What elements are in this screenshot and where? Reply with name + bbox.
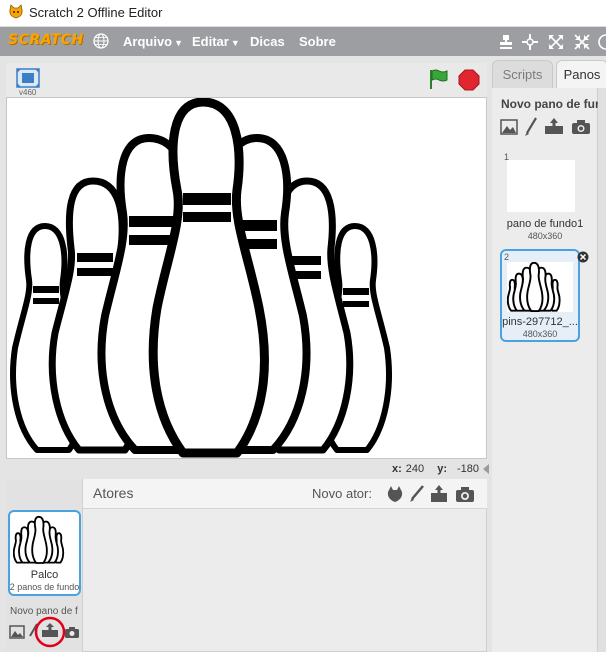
shrink-icon[interactable] xyxy=(573,33,591,51)
backdrop-library-icon[interactable] xyxy=(9,625,25,639)
delete-backdrop-icon[interactable] xyxy=(577,251,589,263)
grow-icon[interactable] xyxy=(547,33,565,51)
title-bar: Scratch 2 Offline Editor xyxy=(0,0,606,27)
new-backdrop-heading: Novo pano de fundo xyxy=(501,97,606,111)
help-icon[interactable] xyxy=(597,33,606,51)
backdrop-thumbnail xyxy=(507,262,573,312)
sprite-library-icon[interactable] xyxy=(385,484,405,504)
tab-backdrops[interactable]: Panos xyxy=(556,60,606,88)
scratch-cat-icon xyxy=(9,4,23,19)
backdrop-size: 480x360 xyxy=(527,231,563,241)
sprites-title: Atores xyxy=(93,485,134,501)
window-title: Scratch 2 Offline Editor xyxy=(29,5,163,20)
upload-file-icon[interactable] xyxy=(429,484,449,504)
menu-bar: SCRATCH Arquivo ▼ Editar ▼ Dicas Sobre xyxy=(0,27,606,56)
mouse-x-value: 240 xyxy=(405,463,425,475)
stage-thumbnail-image xyxy=(13,515,65,564)
sprite-header: Atores Novo ator: xyxy=(83,479,487,509)
menu-editar[interactable]: Editar ▼ xyxy=(192,34,240,49)
stop-sign-icon[interactable] xyxy=(458,69,480,91)
backdrop-name: pins-297712_... xyxy=(502,316,578,328)
menu-arquivo[interactable]: Arquivo ▼ xyxy=(123,34,183,49)
stage-thumbnail[interactable]: Palco 2 panos de fundo xyxy=(8,510,81,596)
camera-icon[interactable] xyxy=(455,485,475,505)
version-label: v460 xyxy=(19,88,37,97)
backdrop-index: 2 xyxy=(504,252,510,262)
backdrop-name: pano de fundo1 xyxy=(506,218,584,230)
menu-dicas[interactable]: Dicas xyxy=(250,34,285,49)
mouse-y-value: -180 xyxy=(456,463,480,475)
green-flag-icon[interactable] xyxy=(427,68,449,90)
presentation-mode-icon[interactable] xyxy=(16,68,40,88)
cut-scissors-icon[interactable] xyxy=(521,33,539,51)
collapse-arrow-icon[interactable] xyxy=(482,463,490,475)
duplicate-stamp-icon[interactable] xyxy=(497,33,515,51)
paint-brush-icon[interactable] xyxy=(407,484,427,504)
new-sprite-label: Novo ator: xyxy=(312,486,372,501)
backdrop-item-selected[interactable]: 2 pins-297712_... 480x360 xyxy=(500,249,580,342)
tab-scripts[interactable]: Scripts xyxy=(492,60,553,88)
backdrop-thumbnail[interactable] xyxy=(507,160,575,212)
backdrop-library-icon[interactable] xyxy=(500,119,518,135)
stage-toolbar: v460 xyxy=(6,63,487,97)
mouse-coordinates: x: 240 y: -180 xyxy=(392,463,480,475)
globe-icon[interactable] xyxy=(93,33,109,49)
bowling-pins-backdrop xyxy=(10,98,392,458)
stage-backdrop-count: 2 panos de fundo xyxy=(9,582,80,592)
camera-backdrop-icon[interactable] xyxy=(571,119,591,135)
stage-name: Palco xyxy=(30,569,59,581)
upload-backdrop-icon[interactable] xyxy=(544,117,564,135)
paint-backdrop-icon[interactable] xyxy=(524,117,538,137)
stage-canvas[interactable] xyxy=(6,97,487,459)
camera-backdrop-icon[interactable] xyxy=(65,626,79,638)
backdrop-size: 480x360 xyxy=(522,329,558,339)
highlight-circle xyxy=(34,616,66,648)
backdrop-list: Novo pano de fundo 1 pano de fundo1 480x… xyxy=(492,88,606,652)
menu-sobre[interactable]: Sobre xyxy=(299,34,336,49)
costume-editor-edge xyxy=(598,88,606,652)
scratch-logo[interactable]: SCRATCH xyxy=(8,32,84,48)
